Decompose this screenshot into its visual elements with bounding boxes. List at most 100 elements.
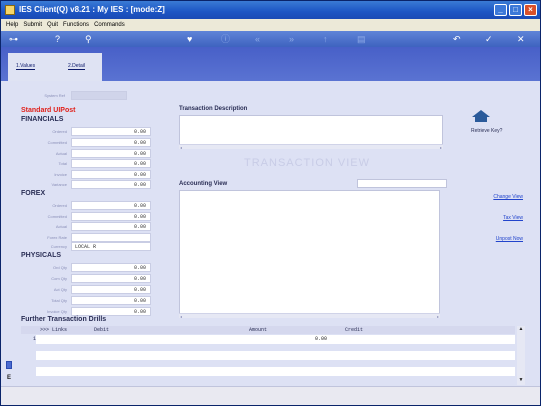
scroll-left-icon[interactable]: ◂ bbox=[180, 145, 182, 150]
tab-panel: 1.Values 2.Detail bbox=[8, 53, 102, 81]
title-bar: IES Client(Q) v8.21 : My IES : [mode:Z] … bbox=[1, 1, 540, 19]
fin-value[interactable]: 0.00 bbox=[71, 170, 151, 179]
app-window: IES Client(Q) v8.21 : My IES : [mode:Z] … bbox=[0, 0, 541, 406]
phys-value[interactable]: 0.00 bbox=[71, 307, 151, 316]
forex-label: Ordered bbox=[52, 203, 67, 208]
back-icon[interactable]: ↶ bbox=[453, 33, 461, 45]
fin-value[interactable]: 0.00 bbox=[71, 180, 151, 189]
description-hscroll[interactable]: ◂ ▸ bbox=[179, 144, 443, 150]
phys-label: Total Qty bbox=[51, 298, 67, 303]
tab-strip: 1.Values 2.Detail bbox=[1, 47, 540, 81]
drills-grid: >>> Links Debit Amount Credit 1 0.00 bbox=[21, 326, 515, 385]
phys-value[interactable]: 0.00 bbox=[71, 263, 151, 272]
scroll-up-icon[interactable]: ▲ bbox=[517, 326, 525, 334]
forex-value[interactable]: 0.00 bbox=[71, 222, 151, 231]
system-ref-label: System Ref bbox=[44, 93, 65, 98]
fin-label: Total bbox=[58, 161, 67, 166]
forex-title: FOREX bbox=[21, 190, 46, 197]
row-amount: 0.00 bbox=[315, 336, 328, 342]
physicals-title: PHYSICALS bbox=[21, 252, 62, 259]
change-view-link[interactable]: Change View bbox=[471, 194, 523, 200]
unpost-now-link[interactable]: Unpost Now bbox=[471, 236, 523, 242]
tab-values[interactable]: 1.Values bbox=[16, 63, 36, 70]
forex-value[interactable]: 0.00 bbox=[71, 201, 151, 210]
currency-value[interactable]: LOCAL R bbox=[71, 242, 151, 251]
window-title: IES Client(Q) v8.21 : My IES : [mode:Z] bbox=[19, 5, 165, 14]
system-ref-input[interactable] bbox=[71, 91, 127, 100]
phys-label: Com Qty bbox=[51, 276, 67, 281]
toolbar: ⊶ ? ⚲ ♥ ⓘ « » ↑ ▤ ↶ ✓ ✕ bbox=[1, 31, 540, 47]
check-icon[interactable]: ✓ bbox=[485, 33, 493, 45]
forex-value[interactable]: 0.00 bbox=[71, 212, 151, 221]
mode-title: Standard UIPost bbox=[21, 107, 76, 114]
phys-value[interactable]: 0.00 bbox=[71, 285, 151, 294]
drills-vscroll[interactable]: ▲ ▼ bbox=[517, 326, 525, 385]
menu-bar: Help Submit Quit Functions Commands bbox=[1, 19, 540, 31]
up-icon[interactable]: ↑ bbox=[323, 33, 328, 45]
fin-label: Ordered bbox=[52, 129, 67, 134]
home-icon[interactable] bbox=[471, 109, 491, 123]
help-icon[interactable]: ? bbox=[55, 33, 60, 45]
menu-help[interactable]: Help bbox=[6, 19, 18, 31]
forex-value[interactable] bbox=[71, 233, 151, 242]
scroll-left-icon[interactable]: ◂ bbox=[180, 314, 182, 319]
accounting-hscroll[interactable]: ◂ ▸ bbox=[179, 313, 440, 319]
close-icon[interactable]: ✕ bbox=[517, 33, 525, 45]
search-icon[interactable]: ⚲ bbox=[85, 33, 92, 45]
side-tool-icon[interactable] bbox=[6, 361, 12, 369]
menu-quit[interactable]: Quit bbox=[47, 19, 58, 31]
forex-label: Committed bbox=[47, 214, 67, 219]
phys-label: Act Qty bbox=[53, 287, 67, 292]
fin-label: Actual bbox=[55, 151, 67, 156]
maximize-button[interactable]: □ bbox=[509, 4, 522, 16]
fin-label: Variance bbox=[51, 182, 68, 187]
scroll-right-icon[interactable]: ▸ bbox=[440, 145, 442, 150]
col-debit[interactable]: Debit bbox=[94, 326, 109, 334]
drills-header: >>> Links Debit Amount Credit bbox=[21, 326, 515, 334]
table-row[interactable] bbox=[36, 351, 515, 360]
heart-icon[interactable]: ♥ bbox=[187, 33, 192, 45]
phys-value[interactable]: 0.00 bbox=[71, 296, 151, 305]
menu-submit[interactable]: Submit bbox=[23, 19, 42, 31]
scroll-down-icon[interactable]: ▼ bbox=[517, 377, 525, 385]
accounting-view-title: Accounting View bbox=[179, 181, 228, 187]
fin-value[interactable]: 0.00 bbox=[71, 138, 151, 147]
doc-icon[interactable]: ▤ bbox=[357, 33, 366, 45]
transaction-description-title: Transaction Description bbox=[179, 106, 248, 112]
accounting-filter-input[interactable] bbox=[357, 179, 447, 188]
menu-functions[interactable]: Functions bbox=[63, 19, 89, 31]
status-bar bbox=[1, 386, 540, 405]
col-credit[interactable]: Credit bbox=[345, 326, 363, 334]
fin-value[interactable]: 0.00 bbox=[71, 159, 151, 168]
app-icon bbox=[5, 5, 15, 15]
phys-label: Invoice Qty bbox=[46, 309, 67, 314]
scroll-right-icon[interactable]: ▸ bbox=[437, 314, 439, 319]
forex-label: Actual bbox=[55, 224, 67, 229]
info-icon[interactable]: ⓘ bbox=[221, 33, 230, 45]
col-amount[interactable]: Amount bbox=[249, 326, 267, 334]
col-links[interactable]: >>> Links bbox=[40, 326, 67, 334]
fin-label: Invoice bbox=[54, 172, 67, 177]
forward-icon[interactable]: » bbox=[289, 33, 294, 45]
tab-detail[interactable]: 2.Detail bbox=[68, 63, 85, 70]
minimize-button[interactable]: _ bbox=[494, 4, 507, 16]
key-icon[interactable]: ⊶ bbox=[9, 33, 18, 45]
transaction-view-watermark: TRANSACTION VIEW bbox=[244, 157, 371, 169]
retrieve-key-label[interactable]: Retrieve Key? bbox=[471, 128, 502, 134]
close-button[interactable]: × bbox=[524, 4, 537, 16]
table-row[interactable]: 0.00 bbox=[36, 335, 515, 344]
fin-value[interactable]: 0.00 bbox=[71, 127, 151, 136]
table-row[interactable] bbox=[36, 367, 515, 376]
menu-commands[interactable]: Commands bbox=[94, 19, 125, 31]
further-drills-title: Further Transaction Drills bbox=[21, 316, 107, 323]
side-marker-icon: E bbox=[7, 375, 12, 381]
fin-label: Committed bbox=[47, 140, 67, 145]
phys-label: Ord Qty bbox=[52, 265, 67, 270]
rewind-icon[interactable]: « bbox=[255, 33, 260, 45]
phys-value[interactable]: 0.00 bbox=[71, 274, 151, 283]
fin-value[interactable]: 0.00 bbox=[71, 149, 151, 158]
tax-view-link[interactable]: Tax View bbox=[471, 215, 523, 221]
forex-label: Currency bbox=[50, 244, 67, 249]
forex-label: Forex Rate bbox=[47, 235, 67, 240]
accounting-view-box[interactable] bbox=[179, 190, 440, 318]
